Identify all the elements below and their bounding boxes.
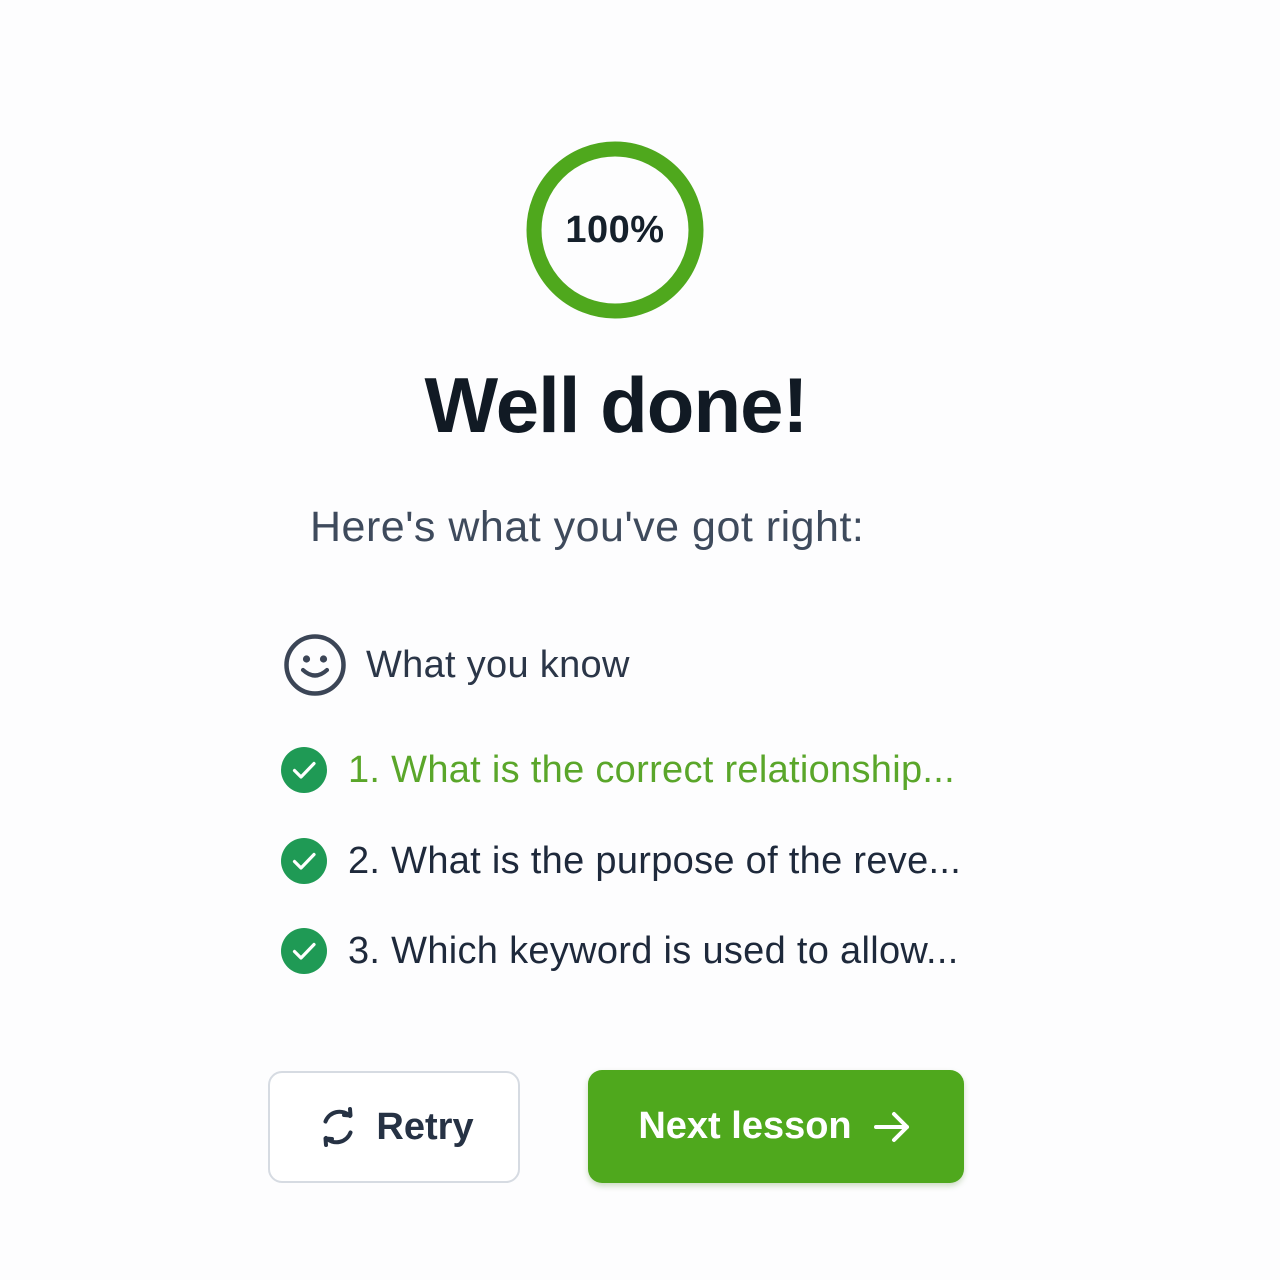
arrow-right-icon (873, 1111, 909, 1142)
question-item[interactable]: 1. What is the correct relationship... (281, 745, 955, 795)
retry-button[interactable]: Retry (268, 1071, 520, 1183)
refresh-icon (323, 1107, 353, 1147)
quiz-result-page: 100% Well done! Here's what you've got r… (0, 0, 1280, 1280)
section-header: What you know (283, 633, 630, 697)
page-title: Well done! (424, 361, 809, 449)
check-circle-icon (281, 747, 327, 793)
question-item[interactable]: 3. Which keyword is used to allow... (281, 926, 959, 976)
question-label: 2. What is the purpose of the reve... (348, 839, 962, 882)
score-percent: 100% (565, 208, 665, 251)
section-label: What you know (366, 643, 630, 686)
results-subtitle: Here's what you've got right: (310, 503, 865, 551)
retry-label: Retry (376, 1105, 474, 1148)
question-label: 3. Which keyword is used to allow... (348, 929, 959, 972)
next-lesson-button[interactable]: Next lesson (588, 1070, 964, 1183)
score-progress-ring: 100% (525, 140, 705, 320)
question-label: 1. What is the correct relationship... (348, 748, 955, 791)
next-lesson-label: Next lesson (638, 1105, 852, 1147)
smiley-icon (284, 634, 346, 696)
check-circle-icon (281, 928, 327, 974)
question-item[interactable]: 2. What is the purpose of the reve... (281, 836, 961, 886)
check-circle-icon (281, 838, 327, 884)
